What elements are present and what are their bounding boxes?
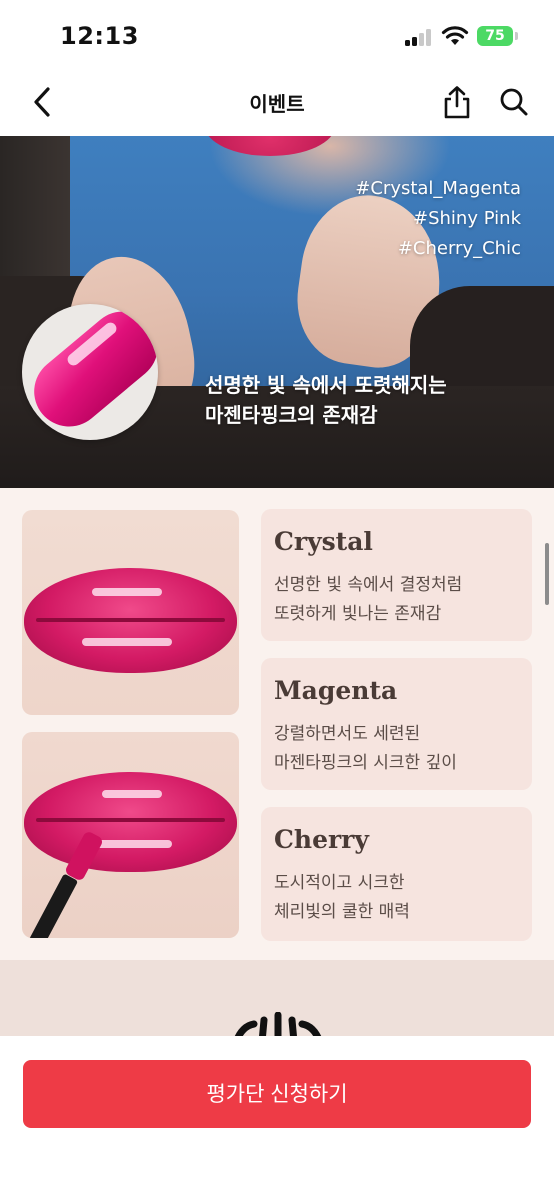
shade-description-line: 체리빛의 쿨한 매력 <box>274 902 410 922</box>
status-time: 12:13 <box>60 22 139 50</box>
lip-gloss-highlight <box>102 790 162 798</box>
battery-tip <box>515 32 518 40</box>
status-bar: 12:13 75 <box>0 0 554 72</box>
shade-description-line: 마젠타핑크의 시크한 깊이 <box>274 753 457 773</box>
shade-card-crystal: Crystal 선명한 빛 속에서 결정처럼 또렷하게 빛나는 존재감 <box>261 509 532 641</box>
shade-card-magenta: Magenta 강렬하면서도 세련된 마젠타핑크의 시크한 깊이 <box>261 658 532 790</box>
applicator-wand <box>22 873 79 938</box>
apply-reviewer-button[interactable]: 평가단 신청하기 <box>23 1060 531 1128</box>
lip-photo <box>22 510 239 715</box>
shade-card-cherry: Cherry 도시적이고 시크한 체리빛의 쿨한 매력 <box>261 807 532 941</box>
hero-caption: 선명한 빛 속에서 또렷해지는 마젠타핑크의 존재감 <box>205 370 447 430</box>
hashtag-list: #Crystal_Magenta #Shiny Pink #Cherry_Chi… <box>355 174 521 264</box>
nav-bar: 이벤트 <box>0 72 554 136</box>
lip-gloss-highlight <box>82 638 172 646</box>
shade-description-line: 또렷하게 빛나는 존재감 <box>274 604 442 624</box>
shade-section: Crystal 선명한 빛 속에서 결정처럼 또렷하게 빛나는 존재감 Mage… <box>0 488 554 960</box>
share-button[interactable] <box>435 80 479 124</box>
hero-caption-line: 선명한 빛 속에서 또렷해지는 <box>205 373 447 397</box>
swatch-smear <box>22 304 158 440</box>
shade-description-line: 선명한 빛 속에서 결정처럼 <box>274 575 463 595</box>
texture-swatch <box>22 304 158 440</box>
shade-name: Cherry <box>274 825 369 854</box>
hero-banner: #Crystal_Magenta #Shiny Pink #Cherry_Chi… <box>0 136 554 488</box>
hero-caption-line: 마젠타핑크의 존재감 <box>205 403 378 427</box>
share-icon <box>444 86 470 119</box>
hashtag: #Crystal_Magenta <box>355 178 521 199</box>
cellular-signal-icon <box>405 29 435 46</box>
shade-name: Magenta <box>274 676 398 705</box>
shade-name: Crystal <box>274 527 373 556</box>
hero-lips <box>205 136 335 156</box>
lip-line <box>36 818 225 822</box>
lip-gloss-highlight <box>92 840 172 848</box>
lip-image <box>24 772 237 872</box>
hashtag: #Shiny Pink <box>413 208 521 229</box>
lip-photo <box>22 732 239 938</box>
shade-description: 선명한 빛 속에서 결정처럼 또렷하게 빛나는 존재감 <box>274 571 462 629</box>
shade-description-line: 도시적이고 시크한 <box>274 873 405 893</box>
wifi-icon <box>441 26 469 45</box>
search-button[interactable] <box>492 80 536 124</box>
shade-description: 도시적이고 시크한 체리빛의 쿨한 매력 <box>274 869 410 927</box>
lip-gloss-highlight <box>92 588 162 596</box>
battery-indicator: 75 <box>477 26 513 46</box>
shade-description-line: 강렬하면서도 세련된 <box>274 724 421 744</box>
hashtag: #Cherry_Chic <box>397 238 521 259</box>
scrollbar[interactable] <box>545 543 549 605</box>
shade-description: 강렬하면서도 세련된 마젠타핑크의 시크한 깊이 <box>274 720 457 778</box>
search-icon <box>500 88 528 116</box>
lip-line <box>36 618 225 622</box>
